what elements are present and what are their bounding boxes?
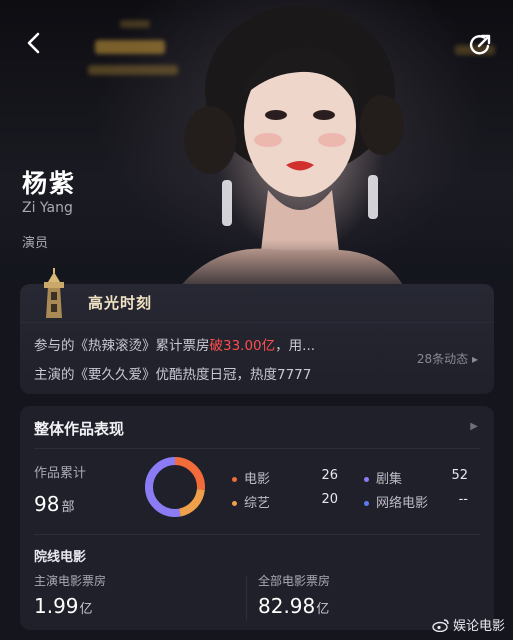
cinema-section-title: 院线电影 — [34, 550, 87, 565]
more-updates-link[interactable]: 28条动态 ▸ — [417, 350, 478, 367]
works-total-value: 98 部 — [34, 492, 74, 516]
works-donut-chart — [145, 457, 205, 517]
legend-web-movie: 网络电影 — [364, 492, 428, 511]
divider — [34, 534, 480, 535]
vertical-divider — [246, 576, 247, 620]
works-total-unit: 部 — [61, 500, 75, 515]
highlight-item[interactable]: 参与的《热辣滚烫》累计票房破33.00亿，用... — [34, 334, 315, 354]
watermark: 娱论电影 — [432, 615, 505, 634]
works-total-number: 98 — [34, 492, 60, 516]
legend-label: 综艺 — [244, 496, 271, 511]
highlight-emphasis: 破33.00亿 — [209, 338, 276, 354]
highlights-title: 高光时刻 — [88, 294, 153, 312]
legend-movie: 电影 — [232, 468, 270, 487]
tower-icon — [44, 268, 64, 318]
highlights-header: 高光时刻 — [20, 268, 494, 323]
works-title: 整体作品表现 — [34, 420, 125, 438]
legend-label: 电影 — [244, 472, 271, 487]
legend-label: 剧集 — [376, 472, 403, 487]
legend-dot — [232, 477, 237, 482]
all-box-office-number: 82.98 — [258, 594, 316, 618]
weibo-logo-icon — [432, 619, 449, 632]
all-box-office-label: 全部电影票房 — [258, 574, 331, 588]
highlights-card[interactable]: 高光时刻 参与的《热辣滚烫》累计票房破33.00亿，用... 主演的《要久久爱》… — [20, 268, 494, 394]
works-total-label: 作品累计 — [34, 466, 87, 481]
actor-name-english: Zi Yang — [22, 200, 73, 216]
highlight-text-tail: ，用... — [275, 338, 316, 354]
lead-box-office-value: 1.99亿 — [34, 594, 93, 618]
actor-role: 演员 — [22, 236, 49, 251]
legend-variety: 综艺 — [232, 492, 270, 511]
legend-label: 网络电影 — [376, 496, 429, 511]
legend-dot — [232, 501, 237, 506]
hero-banner — [0, 0, 513, 300]
bokeh-light — [120, 20, 150, 28]
all-box-office-unit: 亿 — [316, 602, 330, 617]
legend-series: 剧集 — [364, 468, 402, 487]
legend-dot — [364, 477, 369, 482]
lead-box-office-unit: 亿 — [79, 602, 93, 617]
lead-box-office-label: 主演电影票房 — [34, 574, 107, 588]
divider — [34, 448, 480, 449]
chevron-right-icon[interactable]: ▶ — [470, 421, 478, 432]
watermark-text: 娱论电影 — [452, 619, 505, 634]
legend-movie-count: 26 — [321, 468, 338, 483]
actor-name: 杨紫 — [22, 169, 77, 198]
legend-web-movie-count: -- — [458, 492, 468, 507]
all-box-office-value: 82.98亿 — [258, 594, 329, 618]
legend-series-count: 52 — [451, 468, 468, 483]
share-icon[interactable] — [467, 32, 493, 58]
highlight-text: 参与的《热辣滚烫》累计票房 — [34, 338, 210, 354]
legend-dot — [364, 501, 369, 506]
back-arrow-icon[interactable] — [22, 30, 48, 56]
lead-box-office-number: 1.99 — [34, 594, 79, 618]
works-card: 整体作品表现 ▶ 作品累计 98 部 电影 26 剧集 52 综艺 20 网络电影… — [20, 406, 494, 630]
highlight-item[interactable]: 主演的《要久久爱》优酷热度日冠，热度7777 — [34, 363, 311, 383]
legend-variety-count: 20 — [321, 492, 338, 507]
